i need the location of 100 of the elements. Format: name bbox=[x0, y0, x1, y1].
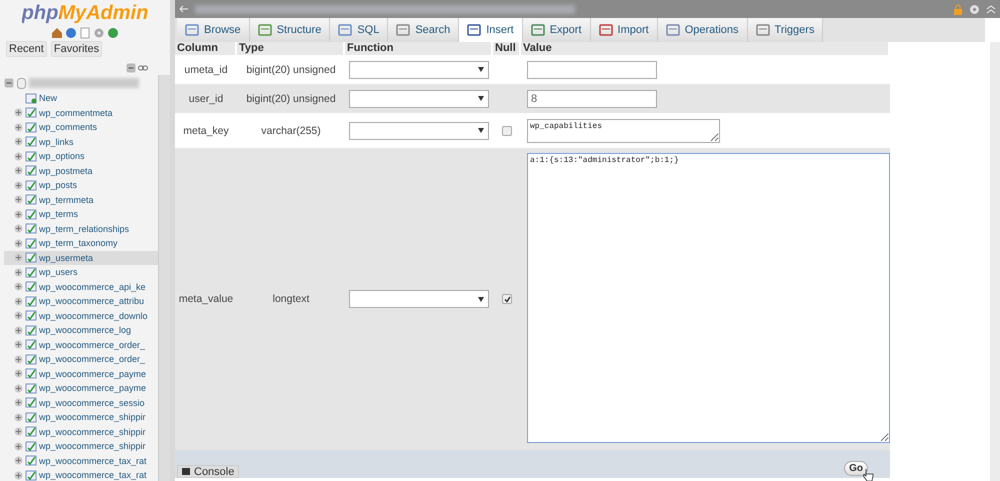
tab[interactable]: Browse bbox=[177, 18, 250, 42]
tree-item[interactable]: New bbox=[4, 91, 158, 106]
tree-item[interactable]: wp_woocommerce_downlo bbox=[4, 308, 158, 323]
expand-icon[interactable] bbox=[14, 326, 23, 335]
tree-item[interactable]: wp_term_taxonomy bbox=[4, 236, 158, 250]
tree-item[interactable]: wp_postmeta bbox=[4, 164, 158, 178]
value-textarea[interactable]: wp_capabilities bbox=[527, 118, 720, 142]
sidebar-tab[interactable]: Favorites bbox=[50, 41, 102, 57]
function-select[interactable] bbox=[349, 60, 489, 78]
tab[interactable]: Triggers bbox=[748, 18, 824, 42]
tab-icon bbox=[598, 24, 613, 36]
tab[interactable]: Export bbox=[522, 18, 591, 42]
collapse-icon[interactable] bbox=[4, 78, 14, 88]
expand-icon[interactable] bbox=[14, 224, 23, 234]
tree-item[interactable]: wp_woocommerce_sessio bbox=[4, 396, 158, 410]
expand-icon[interactable] bbox=[14, 412, 23, 422]
tree-item[interactable]: wp_term_relationships bbox=[4, 222, 158, 236]
settings-icon[interactable] bbox=[93, 27, 105, 39]
expand-icon[interactable] bbox=[14, 253, 23, 262]
expand-icon[interactable] bbox=[14, 108, 23, 118]
value-field[interactable]: 8 bbox=[527, 90, 657, 108]
tab-icon bbox=[530, 24, 545, 36]
expand-icon[interactable] bbox=[14, 354, 23, 364]
table-icon bbox=[25, 150, 37, 162]
expand-icon[interactable] bbox=[14, 296, 23, 306]
tree-item[interactable]: wp_comments bbox=[4, 120, 158, 134]
tree-item[interactable]: wp_woocommerce_shippir bbox=[4, 424, 158, 439]
back-arrow-icon[interactable] bbox=[179, 5, 189, 13]
scrollbar[interactable] bbox=[158, 75, 170, 481]
column-type: bigint(20) unsigned bbox=[246, 64, 336, 76]
tree-item[interactable]: wp_woocommerce_tax_rat bbox=[4, 468, 158, 481]
tree-item[interactable]: wp_posts bbox=[4, 178, 158, 192]
tree-item[interactable]: wp_woocommerce_api_ke bbox=[4, 280, 158, 294]
tab[interactable]: SQL bbox=[330, 18, 388, 42]
expand-icon[interactable] bbox=[14, 442, 23, 451]
expand-icon[interactable] bbox=[14, 398, 23, 408]
table-icon bbox=[25, 382, 37, 394]
sidebar-tab[interactable]: Recent bbox=[6, 41, 47, 57]
tab-icon bbox=[185, 24, 199, 36]
tree-item[interactable]: wp_woocommerce_payme bbox=[4, 381, 158, 396]
expand-icon[interactable] bbox=[14, 238, 23, 248]
home-icon[interactable] bbox=[51, 27, 63, 39]
tree-item[interactable]: wp_woocommerce_shippir bbox=[4, 439, 158, 454]
expand-icon[interactable] bbox=[14, 369, 23, 378]
column-header: Type bbox=[237, 42, 345, 55]
tree-item[interactable]: wp_termmeta bbox=[4, 192, 158, 207]
expand-icon[interactable] bbox=[14, 427, 23, 436]
dropdown-arrow-icon bbox=[478, 128, 484, 133]
tree-item[interactable]: wp_woocommerce_log bbox=[4, 323, 158, 338]
table-icon bbox=[25, 252, 37, 264]
tree-item[interactable]: wp_users bbox=[4, 265, 158, 280]
tab[interactable]: Operations bbox=[658, 18, 748, 42]
null-checkbox[interactable] bbox=[502, 294, 512, 304]
expand-icon[interactable] bbox=[14, 470, 23, 480]
tree-item[interactable]: wp_woocommerce_tax_rat bbox=[4, 454, 158, 468]
expand-icon[interactable] bbox=[14, 340, 23, 350]
expand-icon[interactable] bbox=[14, 268, 23, 277]
expand-icon[interactable] bbox=[14, 166, 23, 176]
expand-icon[interactable] bbox=[14, 122, 23, 132]
function-select[interactable] bbox=[349, 122, 489, 140]
tree-item[interactable]: wp_commentmeta bbox=[4, 106, 158, 120]
dropdown-arrow-icon bbox=[478, 96, 484, 101]
tree-item[interactable]: wp_woocommerce_payme bbox=[4, 366, 158, 381]
go-button[interactable]: Go bbox=[844, 461, 868, 476]
tab[interactable]: Import bbox=[590, 18, 658, 42]
function-select[interactable] bbox=[349, 290, 489, 308]
collapse-icon[interactable] bbox=[986, 4, 996, 14]
link-icon[interactable] bbox=[138, 63, 148, 73]
tree-item[interactable]: wp_woocommerce_shippir bbox=[4, 410, 158, 424]
tree-item[interactable]: wp_woocommerce_order_ bbox=[4, 352, 158, 366]
tree-item[interactable]: wp_usermeta bbox=[4, 250, 158, 265]
expand-icon[interactable] bbox=[14, 311, 23, 320]
expand-icon[interactable] bbox=[14, 384, 23, 393]
settings-icon[interactable] bbox=[969, 4, 980, 14]
tab[interactable]: Insert bbox=[459, 18, 523, 42]
document-icon[interactable] bbox=[79, 27, 91, 39]
tree-item[interactable]: wp_links bbox=[4, 134, 158, 149]
tab[interactable]: Structure bbox=[250, 18, 330, 42]
value-textarea[interactable]: a:1:{s:13:"administrator";b:1;} bbox=[527, 153, 890, 443]
expand-icon[interactable] bbox=[14, 137, 23, 146]
function-select[interactable] bbox=[349, 90, 489, 108]
expand-icon[interactable] bbox=[14, 282, 23, 292]
expand-icon[interactable] bbox=[14, 456, 23, 466]
null-checkbox[interactable] bbox=[502, 126, 512, 136]
expand-icon[interactable] bbox=[14, 180, 23, 190]
tree-item[interactable]: wp_options bbox=[4, 149, 158, 164]
collapse-all-icon[interactable] bbox=[126, 63, 136, 73]
tab-icon bbox=[396, 24, 410, 36]
expand-icon[interactable] bbox=[14, 152, 23, 161]
console-tab[interactable]: Console bbox=[177, 465, 240, 478]
expand-icon[interactable] bbox=[14, 210, 23, 219]
table-icon bbox=[25, 455, 37, 466]
tree-item[interactable]: wp_terms bbox=[4, 207, 158, 222]
tree-item[interactable]: wp_woocommerce_order_ bbox=[4, 338, 158, 352]
tree-item[interactable]: wp_woocommerce_attribu bbox=[4, 294, 158, 308]
table-icon bbox=[25, 180, 37, 191]
expand-icon[interactable] bbox=[14, 195, 23, 204]
table-icon bbox=[25, 412, 37, 423]
tab[interactable]: Search bbox=[388, 18, 460, 42]
value-field[interactable] bbox=[527, 60, 657, 78]
